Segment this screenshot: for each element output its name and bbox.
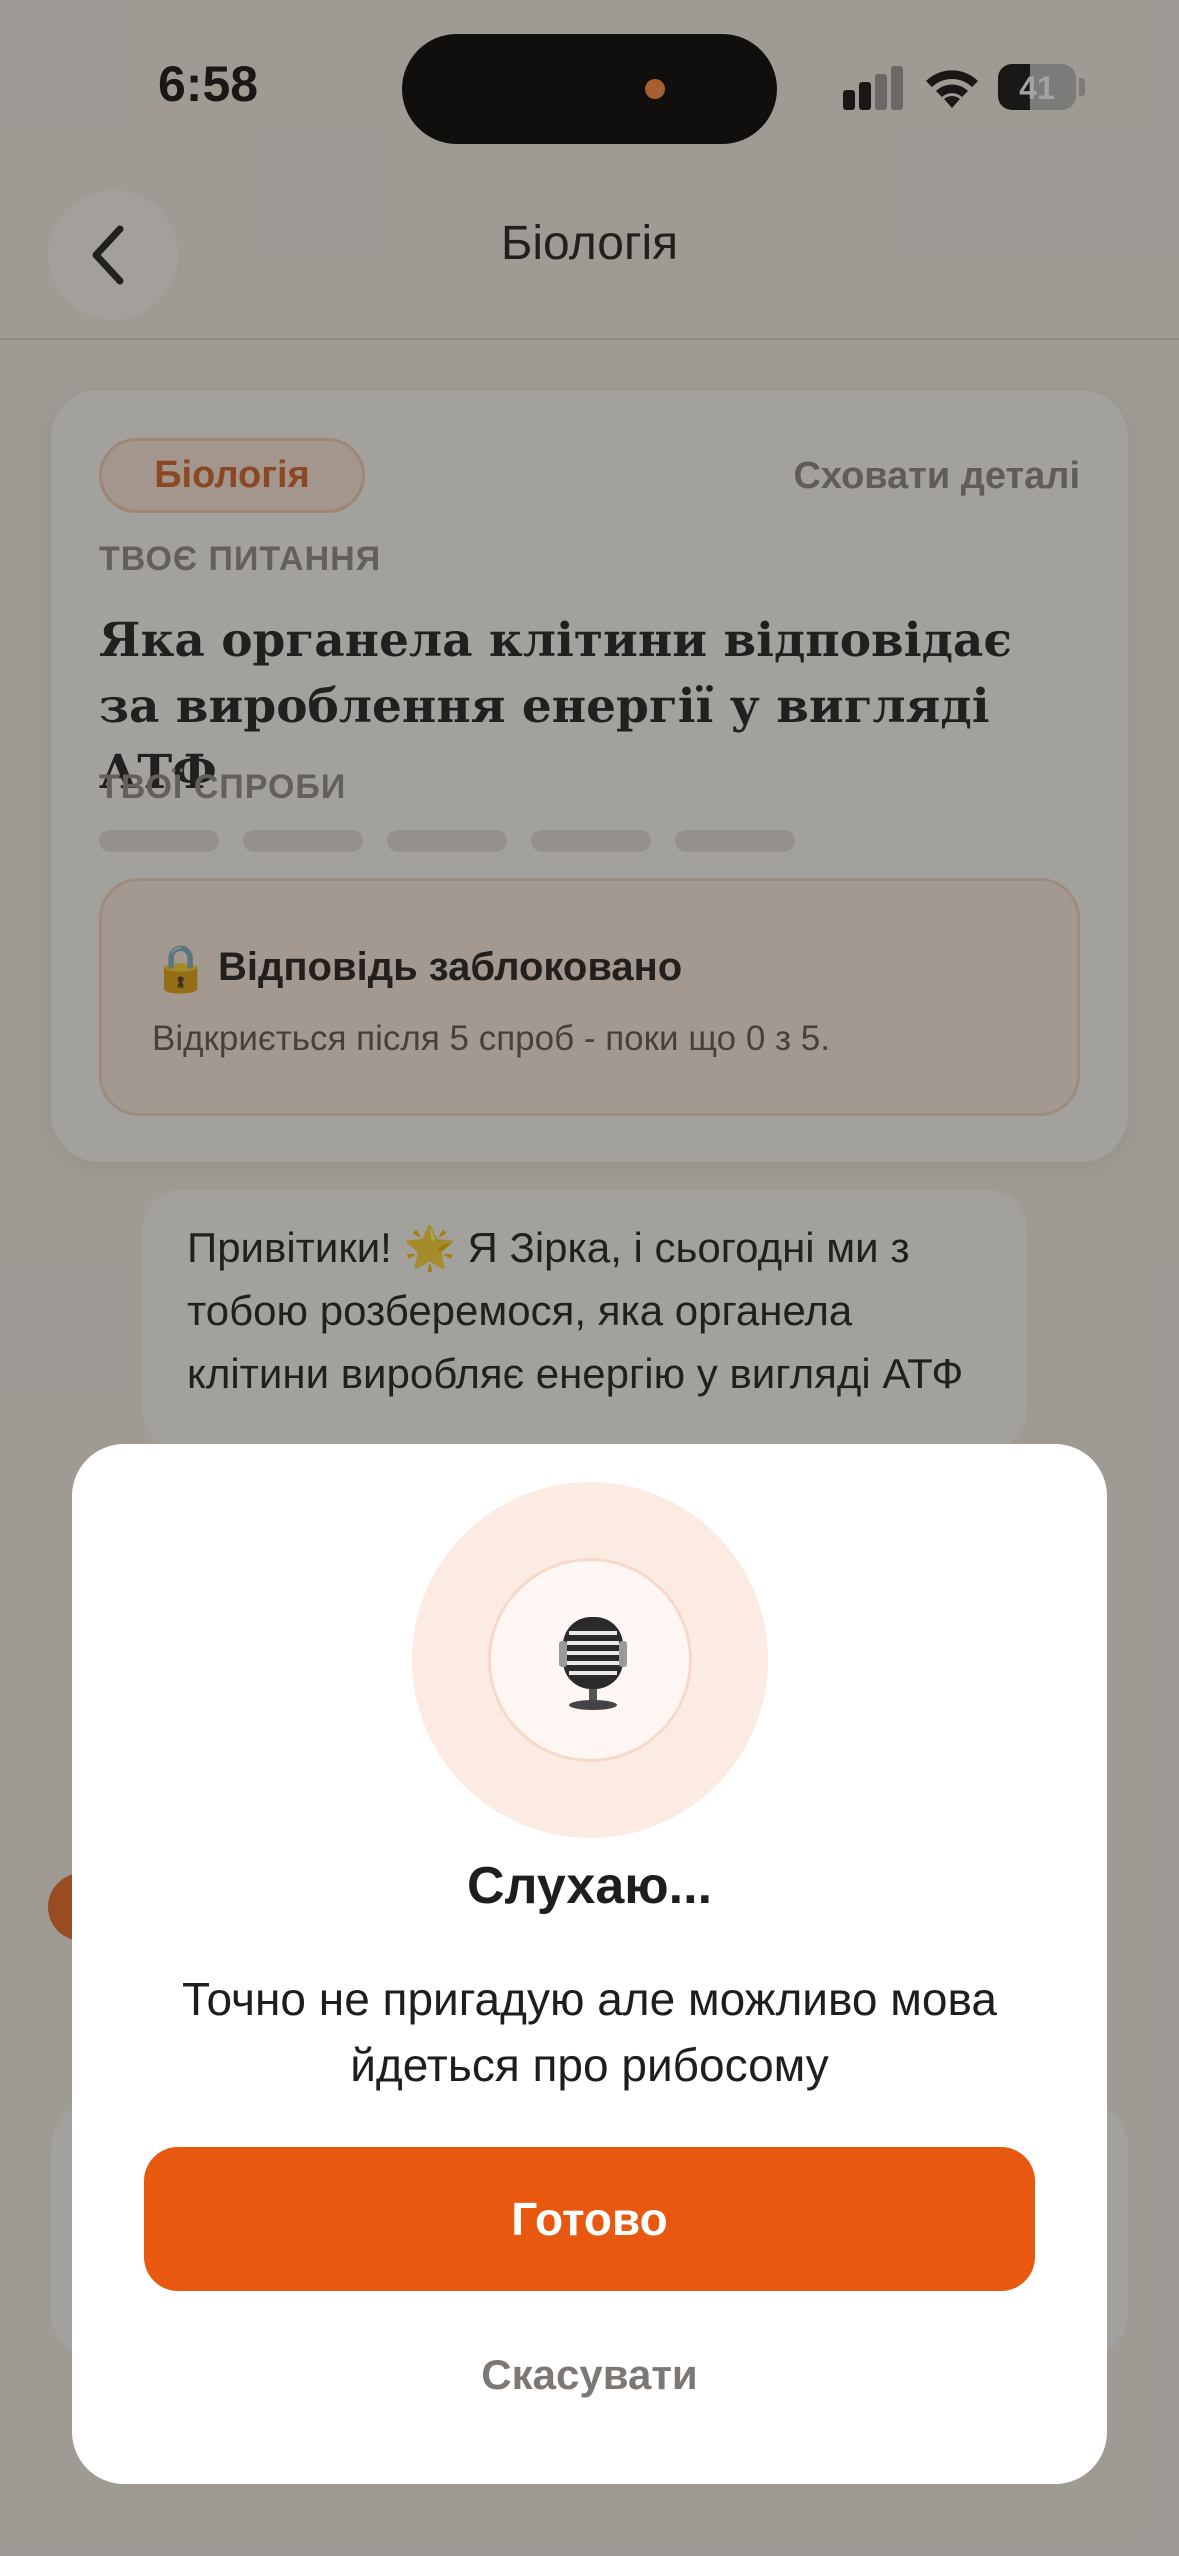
transcript-text: Точно не пригадую але можливо мова йдеть… [181, 1973, 998, 2091]
voice-input-modal: Слухаю... Точно не пригадую але можливо … [72, 1444, 1107, 2484]
cancel-button[interactable]: Скасувати [72, 2351, 1107, 2399]
listening-title: Слухаю... [466, 1857, 713, 1915]
microphone-icon [559, 1617, 627, 1710]
mic-circle [488, 1558, 692, 1762]
mic-pulse-ring [412, 1482, 768, 1838]
done-button[interactable]: Готово [144, 2147, 1035, 2291]
